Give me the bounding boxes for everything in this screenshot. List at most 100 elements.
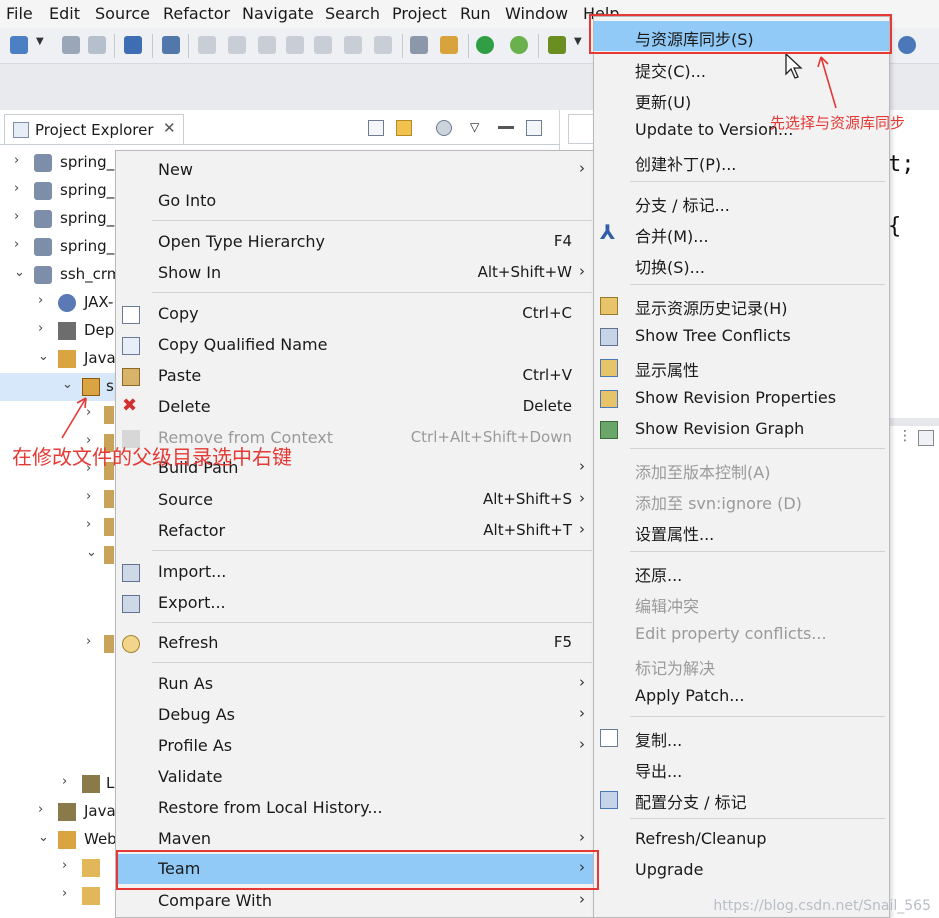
menu-item-export[interactable]: Export... — [116, 588, 597, 618]
expand-arrow-icon[interactable]: › — [38, 321, 43, 336]
menu-item-compare-with[interactable]: Compare With › — [116, 886, 597, 916]
menu-item-validate[interactable]: Validate — [116, 762, 597, 792]
menu-item-copy[interactable]: Copy Ctrl+C — [116, 299, 597, 329]
menu-item-show-in[interactable]: Show In Alt+Shift+W › — [116, 258, 597, 288]
menu-item-refresh[interactable]: Refresh F5 — [116, 628, 597, 658]
collapse-arrow-icon[interactable]: ⌄ — [86, 545, 97, 560]
menu-item-profile-as[interactable]: Profile As › — [116, 731, 597, 761]
collapse-arrow-icon[interactable]: ⌄ — [38, 349, 49, 364]
expand-arrow-icon[interactable]: › — [38, 802, 43, 817]
menu-search[interactable]: Search — [325, 4, 380, 23]
menu-edit[interactable]: Edit — [49, 4, 80, 23]
tree-item[interactable]: › — [0, 854, 115, 882]
submenu-item-export[interactable]: 导出... — [594, 753, 889, 783]
menu-file[interactable]: File — [6, 4, 33, 23]
tree-item[interactable]: ⌄ — [0, 541, 115, 569]
view-menu-icon[interactable]: ▽ — [470, 120, 486, 136]
expand-arrow-icon[interactable]: › — [62, 886, 67, 901]
menu-item-delete[interactable]: ✖ Delete Delete — [116, 392, 597, 422]
menu-source[interactable]: Source — [95, 4, 150, 23]
menu-run[interactable]: Run — [460, 4, 491, 23]
menu-item-debug-as[interactable]: Debug As › — [116, 700, 597, 730]
collapse-arrow-icon[interactable]: ⌄ — [62, 377, 73, 392]
expand-arrow-icon[interactable]: › — [14, 237, 19, 252]
expand-arrow-icon[interactable]: › — [86, 489, 91, 504]
minimize-icon[interactable] — [498, 126, 514, 129]
close-icon[interactable]: ✕ — [163, 119, 176, 137]
tree-item[interactable]: › spring_ — [0, 177, 115, 205]
terminal-icon[interactable] — [124, 36, 142, 54]
debug-icon[interactable] — [548, 36, 566, 54]
submenu-item-switch[interactable]: 切换(S)... — [594, 249, 889, 279]
new-server-icon[interactable] — [440, 36, 458, 54]
tree-item[interactable]: › Java — [0, 798, 116, 826]
tree-item[interactable]: ⌄ Java — [0, 345, 116, 373]
terminate-icon[interactable] — [258, 36, 276, 54]
editor-tab[interactable] — [568, 114, 594, 144]
submenu-item-apply-patch[interactable]: Apply Patch... — [594, 681, 889, 711]
submenu-item-update[interactable]: 更新(U) — [594, 84, 889, 114]
menu-item-open-type-hierarchy[interactable]: Open Type Hierarchy F4 — [116, 227, 597, 257]
submenu-item-branch-tag[interactable]: 分支 / 标记... — [594, 187, 889, 217]
tree-item[interactable]: › spring_ — [0, 205, 115, 233]
submenu-item-show-properties[interactable]: 显示属性 — [594, 352, 889, 382]
menu-item-copy-qualified-name[interactable]: Copy Qualified Name — [116, 330, 597, 360]
submenu-item-show-history[interactable]: 显示资源历史记录(H) — [594, 290, 889, 320]
menu-refactor[interactable]: Refactor — [163, 4, 230, 23]
perspective-icon[interactable] — [898, 36, 916, 54]
menu-item-go-into[interactable]: Go Into — [116, 186, 597, 216]
submenu-item-configure-branch-tag[interactable]: 配置分支 / 标记 — [594, 784, 889, 814]
tree-item[interactable]: › L — [0, 770, 115, 798]
collapse-arrow-icon[interactable]: ⌄ — [14, 265, 25, 280]
step-into-icon[interactable] — [314, 36, 332, 54]
dropdown-icon[interactable]: ▼ — [36, 36, 46, 54]
tree-item[interactable]: › — [0, 630, 115, 658]
spring-icon[interactable] — [510, 36, 528, 54]
expand-arrow-icon[interactable]: › — [86, 405, 91, 420]
tree-item[interactable]: › — [0, 882, 115, 910]
menu-item-new[interactable]: New › — [116, 155, 597, 185]
expand-arrow-icon[interactable]: › — [62, 858, 67, 873]
menu-item-source[interactable]: Source Alt+Shift+S › — [116, 485, 597, 515]
expand-arrow-icon[interactable]: › — [14, 153, 19, 168]
menu-item-import[interactable]: Import... — [116, 557, 597, 587]
submenu-item-show-revision-properties[interactable]: Show Revision Properties — [594, 383, 889, 413]
submenu-item-refresh-cleanup[interactable]: Refresh/Cleanup — [594, 824, 889, 854]
use-step-filters-icon[interactable] — [410, 36, 428, 54]
new-icon[interactable] — [10, 36, 28, 54]
submenu-item-show-tree-conflicts[interactable]: Show Tree Conflicts — [594, 321, 889, 351]
suspend-icon[interactable] — [228, 36, 246, 54]
filter-icon[interactable] — [436, 120, 452, 136]
tree-item[interactable]: › — [0, 513, 115, 541]
collapse-arrow-icon[interactable]: ⌄ — [38, 830, 49, 845]
ellipsis-icon[interactable]: ⋮ — [898, 428, 912, 444]
menu-item-paste[interactable]: Paste Ctrl+V — [116, 361, 597, 391]
tree-item[interactable]: › Dep — [0, 317, 115, 345]
submenu-item-merge[interactable]: ⅄ 合并(M)... — [594, 218, 889, 248]
open-console-icon[interactable] — [918, 430, 934, 446]
tree-item-selected[interactable]: ⌄ s — [0, 373, 115, 401]
save-all-icon[interactable] — [88, 36, 106, 54]
maximize-icon[interactable] — [526, 120, 542, 136]
tree-item[interactable]: › — [0, 401, 115, 429]
tree-item[interactable]: ⌄ ssh_crm — [0, 261, 121, 289]
expand-arrow-icon[interactable]: › — [86, 634, 91, 649]
tree-item[interactable]: › spring_ — [0, 149, 115, 177]
submenu-item-commit[interactable]: 提交(C)... — [594, 53, 889, 83]
submenu-item-copy[interactable]: 复制... — [594, 722, 889, 752]
submenu-item-create-patch[interactable]: 创建补丁(P)... — [594, 146, 889, 176]
menu-item-refactor[interactable]: Refactor Alt+Shift+T › — [116, 516, 597, 546]
resume-icon[interactable] — [198, 36, 216, 54]
save-icon[interactable] — [62, 36, 80, 54]
submenu-item-set-property[interactable]: 设置属性... — [594, 516, 889, 546]
project-explorer-tab[interactable]: Project Explorer ✕ — [4, 114, 184, 144]
expand-arrow-icon[interactable]: › — [14, 181, 19, 196]
tree-item[interactable]: › — [0, 485, 115, 513]
tree-item[interactable]: › spring_ — [0, 233, 115, 261]
menu-project[interactable]: Project — [392, 4, 447, 23]
menu-navigate[interactable]: Navigate — [242, 4, 314, 23]
submenu-item-show-revision-graph[interactable]: Show Revision Graph — [594, 414, 889, 444]
expand-arrow-icon[interactable]: › — [38, 293, 43, 308]
run-server-icon[interactable] — [476, 36, 494, 54]
expand-arrow-icon[interactable]: › — [14, 209, 19, 224]
